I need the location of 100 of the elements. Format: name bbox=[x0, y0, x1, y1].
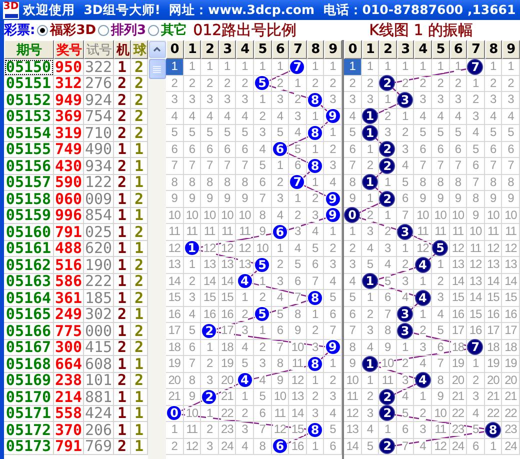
table-cell[interactable]: 2 bbox=[114, 306, 131, 323]
table-cell[interactable]: 1 bbox=[114, 422, 131, 438]
column-header[interactable]: 7 bbox=[289, 40, 307, 59]
scroll-up-button[interactable] bbox=[148, 41, 166, 58]
table-cell[interactable]: 1 bbox=[114, 191, 131, 208]
column-header[interactable]: 3 bbox=[218, 40, 236, 59]
table-cell[interactable]: 2 bbox=[114, 125, 131, 142]
table-cell[interactable]: 2 bbox=[114, 438, 131, 455]
table-cell[interactable]: 300 bbox=[54, 340, 84, 356]
table-cell[interactable]: 2 bbox=[114, 92, 131, 108]
table-cell[interactable]: 2 bbox=[114, 158, 131, 174]
table-cell[interactable]: 009 bbox=[84, 191, 114, 208]
table-cell[interactable]: 05163 bbox=[4, 274, 54, 290]
table-cell[interactable]: 1 bbox=[114, 290, 131, 306]
table-cell[interactable]: 000 bbox=[84, 323, 114, 340]
column-header[interactable]: 球 bbox=[131, 40, 148, 59]
column-header[interactable]: 1 bbox=[362, 40, 380, 59]
table-cell[interactable]: 1 bbox=[114, 274, 131, 290]
table-cell[interactable]: 05153 bbox=[4, 108, 54, 125]
table-cell[interactable]: 620 bbox=[84, 240, 114, 257]
table-cell[interactable]: 05161 bbox=[4, 240, 54, 257]
table-cell[interactable]: 222 bbox=[84, 274, 114, 290]
table-cell[interactable]: 05154 bbox=[4, 125, 54, 142]
table-cell[interactable]: 430 bbox=[54, 158, 84, 174]
table-cell[interactable]: 05168 bbox=[4, 356, 54, 372]
table-cell[interactable]: 424 bbox=[84, 406, 114, 422]
table-cell[interactable]: 05169 bbox=[4, 372, 54, 389]
table-cell[interactable]: 2 bbox=[114, 372, 131, 389]
table-cell[interactable]: 05150 bbox=[4, 59, 54, 76]
table-cell[interactable]: 05159 bbox=[4, 208, 54, 224]
table-cell[interactable]: 1 bbox=[114, 208, 131, 224]
table-cell[interactable]: 060 bbox=[54, 191, 84, 208]
table-cell[interactable]: 1 bbox=[114, 257, 131, 274]
table-cell[interactable]: 370 bbox=[54, 422, 84, 438]
table-cell[interactable]: 1 bbox=[114, 59, 131, 76]
table-cell[interactable]: 312 bbox=[54, 76, 84, 92]
table-cell[interactable]: 05158 bbox=[4, 191, 54, 208]
table-cell[interactable]: 185 bbox=[84, 290, 114, 306]
table-cell[interactable]: 249 bbox=[54, 306, 84, 323]
table-cell[interactable]: 516 bbox=[54, 257, 84, 274]
table-cell[interactable]: 05170 bbox=[4, 389, 54, 406]
table-cell[interactable]: 1 bbox=[114, 356, 131, 372]
table-cell[interactable]: 490 bbox=[84, 142, 114, 158]
column-header[interactable]: 试号 bbox=[84, 40, 114, 59]
table-cell[interactable]: 05152 bbox=[4, 92, 54, 108]
table-cell[interactable]: 05167 bbox=[4, 340, 54, 356]
column-header[interactable]: 8 bbox=[484, 40, 502, 59]
table-cell[interactable]: 05172 bbox=[4, 422, 54, 438]
table-cell[interactable]: 1 bbox=[114, 406, 131, 422]
table-cell[interactable]: 05155 bbox=[4, 142, 54, 158]
table-cell[interactable]: 415 bbox=[84, 340, 114, 356]
table-cell[interactable]: 05164 bbox=[4, 290, 54, 306]
table-cell[interactable]: 1 bbox=[114, 323, 131, 340]
radio-option[interactable]: 排列3 bbox=[98, 21, 146, 39]
table-cell[interactable]: 854 bbox=[84, 208, 114, 224]
column-header[interactable]: 8 bbox=[306, 40, 324, 59]
table-cell[interactable]: 2 bbox=[114, 76, 131, 92]
table-cell[interactable]: 488 bbox=[54, 240, 84, 257]
table-cell[interactable]: 05166 bbox=[4, 323, 54, 340]
column-header[interactable]: 9 bbox=[324, 40, 342, 59]
column-header[interactable]: 9 bbox=[502, 40, 520, 59]
column-header[interactable]: 7 bbox=[467, 40, 485, 59]
table-cell[interactable]: 791 bbox=[54, 224, 84, 240]
table-cell[interactable]: 749 bbox=[54, 142, 84, 158]
table-cell[interactable]: 924 bbox=[84, 92, 114, 108]
table-cell[interactable]: 608 bbox=[84, 356, 114, 372]
scroll-thumb[interactable] bbox=[148, 59, 166, 79]
column-header[interactable]: 奖号 bbox=[54, 40, 84, 59]
table-cell[interactable]: 950 bbox=[54, 59, 84, 76]
radio-option[interactable]: 其它 bbox=[148, 21, 188, 39]
table-cell[interactable]: 190 bbox=[84, 257, 114, 274]
table-cell[interactable]: 710 bbox=[84, 125, 114, 142]
table-cell[interactable]: 1 bbox=[114, 240, 131, 257]
column-header[interactable]: 5 bbox=[254, 40, 272, 59]
column-header[interactable]: 4 bbox=[236, 40, 254, 59]
scrollbar[interactable] bbox=[148, 40, 166, 459]
table-cell[interactable]: 791 bbox=[54, 438, 84, 455]
column-header[interactable]: 3 bbox=[396, 40, 414, 59]
table-cell[interactable]: 769 bbox=[84, 438, 114, 455]
table-cell[interactable]: 122 bbox=[84, 174, 114, 191]
table-cell[interactable]: 025 bbox=[84, 224, 114, 240]
table-cell[interactable]: 754 bbox=[84, 108, 114, 125]
column-header[interactable]: 期号 bbox=[4, 40, 54, 59]
table-cell[interactable]: 05165 bbox=[4, 306, 54, 323]
column-header[interactable]: 机 bbox=[114, 40, 131, 59]
table-cell[interactable]: 276 bbox=[84, 76, 114, 92]
table-cell[interactable]: 302 bbox=[84, 306, 114, 323]
column-header[interactable]: 6 bbox=[450, 40, 468, 59]
table-cell[interactable]: 05151 bbox=[4, 76, 54, 92]
table-cell[interactable]: 934 bbox=[84, 158, 114, 174]
table-cell[interactable]: 996 bbox=[54, 208, 84, 224]
table-cell[interactable]: 1 bbox=[114, 224, 131, 240]
table-cell[interactable]: 775 bbox=[54, 323, 84, 340]
table-cell[interactable]: 590 bbox=[54, 174, 84, 191]
table-cell[interactable]: 2 bbox=[114, 340, 131, 356]
table-cell[interactable]: 586 bbox=[54, 274, 84, 290]
table-cell[interactable]: 214 bbox=[54, 389, 84, 406]
table-cell[interactable]: 949 bbox=[54, 92, 84, 108]
table-cell[interactable]: 05156 bbox=[4, 158, 54, 174]
table-cell[interactable]: 664 bbox=[54, 356, 84, 372]
